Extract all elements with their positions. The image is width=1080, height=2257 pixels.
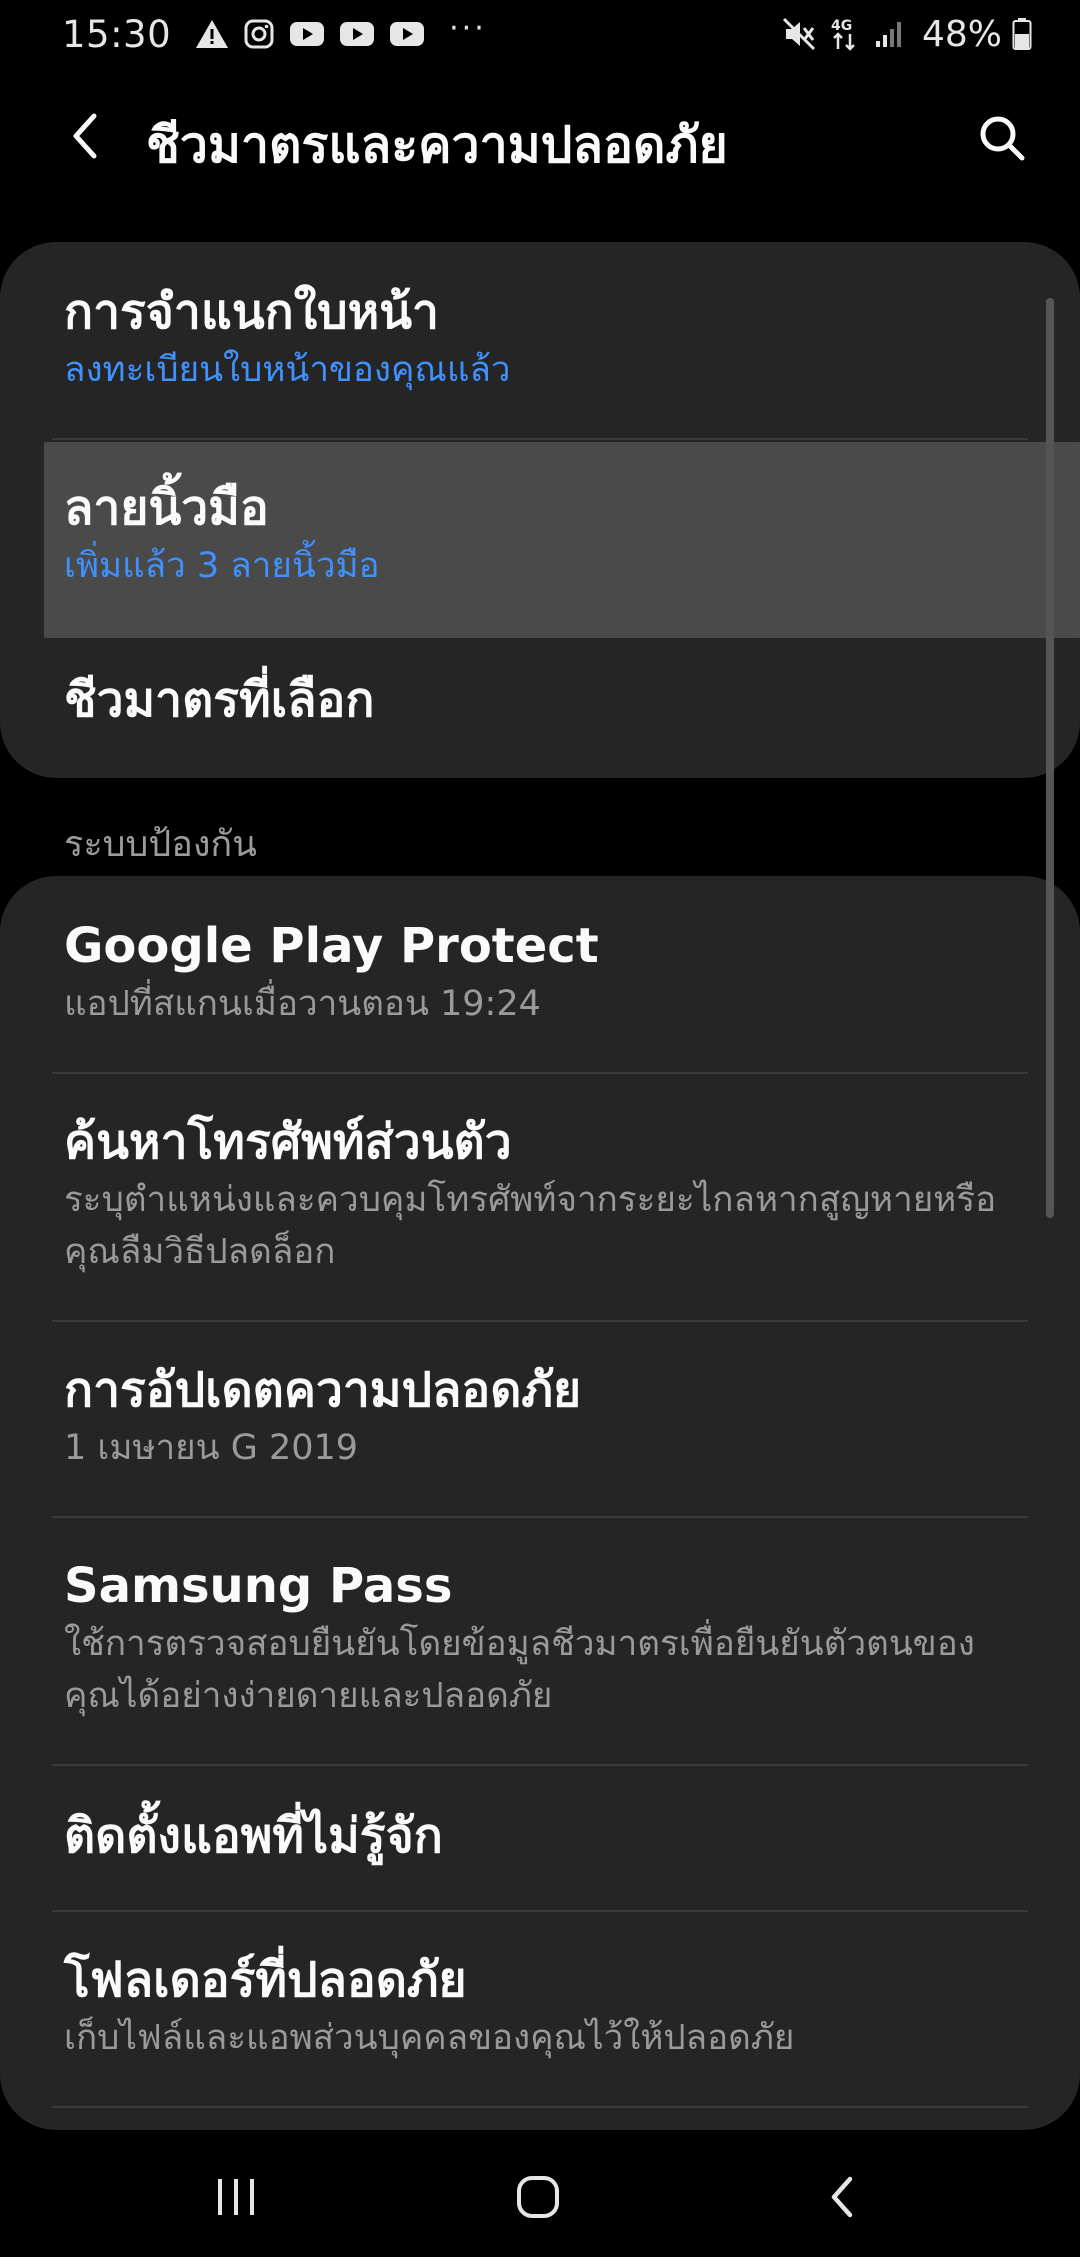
- home-button[interactable]: [498, 2162, 578, 2232]
- item-title: ลายนิ้วมือ: [64, 480, 269, 536]
- settings-screen: 15:30 ··· 4G 48% ชีวมาตรและความปลอดภัย ก…: [0, 0, 1080, 2257]
- back-nav-button[interactable]: [802, 2162, 882, 2232]
- item-title: ค้นหาโทรศัพท์ส่วนตัว: [64, 1114, 512, 1170]
- back-icon: [73, 113, 97, 159]
- battery-percent: 48%: [921, 13, 1002, 55]
- back-button[interactable]: [52, 102, 120, 170]
- divider: [52, 2106, 1028, 2108]
- youtube-icon: [389, 20, 425, 48]
- status-right: 4G 48%: [782, 14, 1032, 55]
- recent-apps-icon: [218, 2179, 254, 2215]
- protection-card: Google Play Protect แอปที่สแกนเมื่อวานตอ…: [0, 876, 1080, 2130]
- divider: [52, 1072, 1028, 1074]
- svg-text:4G: 4G: [831, 18, 852, 34]
- face-recognition-item[interactable]: การจำแนกใบหน้า ลงทะเบียนใบหน้าของคุณแล้ว: [0, 284, 1080, 396]
- instagram-icon: [243, 18, 275, 50]
- status-time: 15:30: [62, 12, 172, 56]
- biometrics-card: การจำแนกใบหน้า ลงทะเบียนใบหน้าของคุณแล้ว…: [0, 242, 1080, 778]
- biometrics-preferences-item[interactable]: ชีวมาตรที่เลือก: [0, 672, 1080, 730]
- page-title: ชีวมาตรและความปลอดภัย: [146, 116, 728, 174]
- divider: [52, 1320, 1028, 1322]
- google-play-protect-item[interactable]: Google Play Protect แอปที่สแกนเมื่อวานตอ…: [0, 918, 1080, 1030]
- samsung-pass-item[interactable]: Samsung Pass ใช้การตรวจสอบยืนยันโดยข้อมู…: [0, 1558, 1080, 1723]
- back-nav-icon: [831, 2176, 853, 2218]
- status-left: 15:30 ···: [62, 10, 487, 56]
- item-subtitle: ลงทะเบียนใบหน้าของคุณแล้ว: [64, 349, 511, 390]
- youtube-icon: [339, 20, 375, 48]
- item-subtitle: เพิ่มแล้ว 3 ลายนิ้วมือ: [64, 545, 380, 586]
- navigation-bar: [0, 2136, 1080, 2257]
- youtube-icon: [289, 20, 325, 48]
- item-subtitle: ใช้การตรวจสอบยืนยันโดยข้อมูลชีวมาตรเพื่อ…: [64, 1623, 975, 1717]
- section-header-protection: ระบบป้องกัน: [64, 824, 257, 865]
- alert-icon: [195, 18, 229, 50]
- search-button[interactable]: [968, 104, 1036, 172]
- scrollbar[interactable]: [1046, 298, 1054, 1218]
- item-title: การจำแนกใบหน้า: [64, 284, 439, 340]
- app-header: ชีวมาตรและความปลอดภัย: [0, 96, 1080, 180]
- search-icon: [980, 116, 1025, 161]
- item-subtitle: เก็บไฟล์และแอพส่วนบุคคลของคุณไว้ให้ปลอดภ…: [64, 2017, 795, 2058]
- divider: [52, 1910, 1028, 1912]
- item-title: โฟลเดอร์ที่ปลอดภัย: [64, 1952, 467, 2008]
- item-title: การอัปเดตความปลอดภัย: [64, 1362, 582, 1418]
- overflow-dots: ···: [449, 10, 487, 46]
- secure-folder-item[interactable]: โฟลเดอร์ที่ปลอดภัย เก็บไฟล์และแอพส่วนบุค…: [0, 1952, 1080, 2064]
- item-subtitle: แอปที่สแกนเมื่อวานตอน 19:24: [64, 983, 541, 1024]
- item-title: ชีวมาตรที่เลือก: [64, 672, 375, 728]
- item-subtitle: 1 เมษายน G 2019: [64, 1427, 359, 1468]
- divider: [52, 438, 1028, 440]
- fingerprint-item[interactable]: ลายนิ้วมือ เพิ่มแล้ว 3 ลายนิ้วมือ: [0, 480, 1080, 592]
- item-subtitle: ระบุตำแหน่งและควบคุมโทรศัพท์จากระยะไกลหา…: [64, 1179, 997, 1273]
- mute-icon: [782, 17, 816, 51]
- home-icon: [517, 2176, 559, 2218]
- divider: [52, 1516, 1028, 1518]
- item-title: ติดตั้งแอพที่ไม่รู้จัก: [64, 1808, 443, 1864]
- security-update-item[interactable]: การอัปเดตความปลอดภัย 1 เมษายน G 2019: [0, 1362, 1080, 1474]
- recent-apps-button[interactable]: [196, 2162, 276, 2232]
- install-unknown-apps-item[interactable]: ติดตั้งแอพที่ไม่รู้จัก: [0, 1808, 1080, 1866]
- signal-icon: [874, 19, 904, 49]
- battery-icon: [1012, 17, 1032, 51]
- item-title: Samsung Pass: [64, 1558, 453, 1614]
- status-bar: 15:30 ··· 4G 48%: [0, 0, 1080, 68]
- network-4g-icon: 4G: [830, 16, 860, 52]
- item-title: Google Play Protect: [64, 918, 599, 974]
- find-my-mobile-item[interactable]: ค้นหาโทรศัพท์ส่วนตัว ระบุตำแหน่งและควบคุ…: [0, 1114, 1080, 1279]
- divider: [52, 1764, 1028, 1766]
